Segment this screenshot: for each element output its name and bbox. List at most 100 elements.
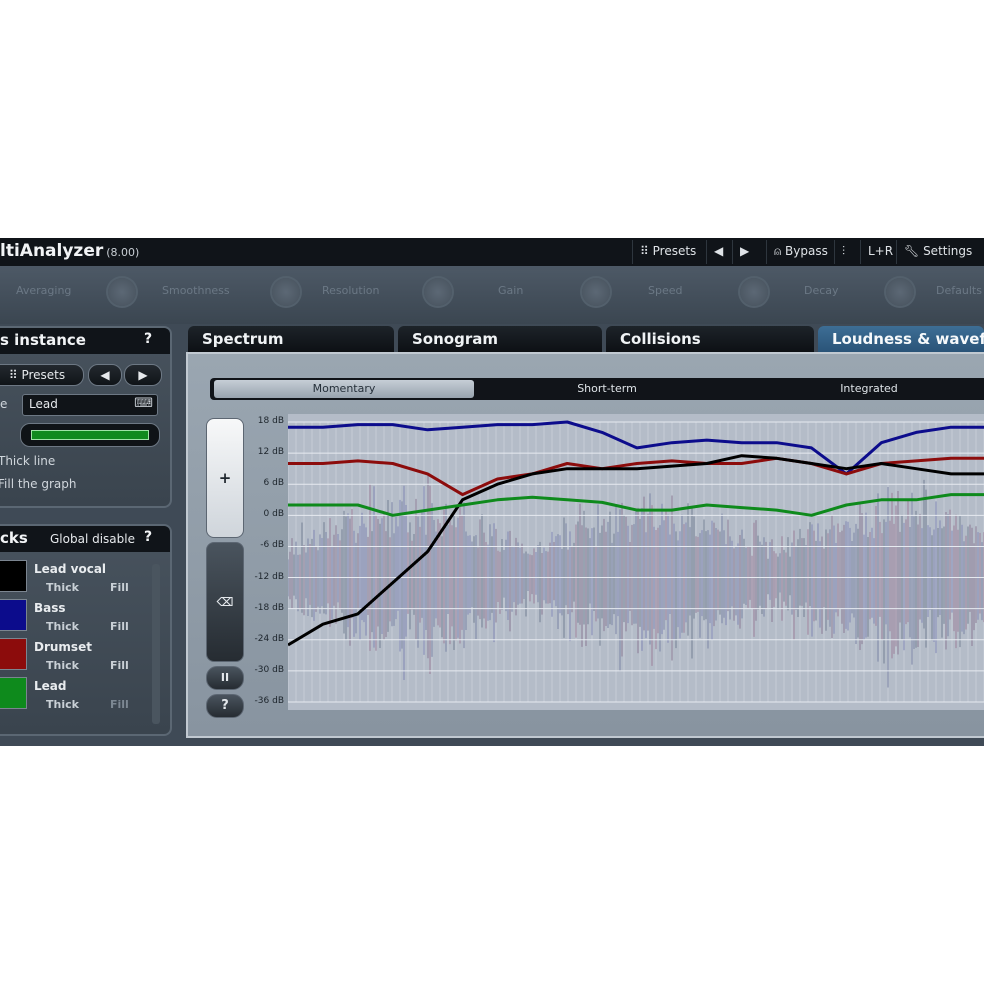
title-separator	[896, 240, 897, 264]
presets-label: Presets	[652, 244, 697, 258]
track-color-swatch[interactable]	[0, 677, 27, 709]
thick-line-checkbox[interactable]: Thick line	[0, 454, 55, 468]
analyzer-area: Spectrum Sonogram Collisions Loudness & …	[186, 324, 984, 744]
grid-icon: ⠿	[8, 368, 18, 382]
instance-panel: s instance ? ⠿ Presets ◀ ▶ e Lead ⌨ Thic…	[0, 326, 172, 508]
param-resolution[interactable]: Resolution	[322, 284, 379, 297]
instance-panel-title: s instance	[0, 331, 86, 349]
y-tick-label: -30 dB	[254, 664, 284, 675]
wrench-icon: 🔧︎	[904, 244, 920, 258]
tracks-panel-title: cks	[0, 529, 28, 547]
color-bar	[31, 430, 149, 440]
y-tick-label: 12 dB	[257, 447, 284, 458]
pause-icon: II	[220, 671, 230, 684]
title-separator	[632, 240, 633, 264]
track-thick-toggle[interactable]: Thick	[46, 698, 79, 711]
app-version: (8.00)	[106, 246, 140, 259]
track-thick-toggle[interactable]: Thick	[46, 620, 79, 633]
title-separator	[860, 240, 861, 264]
mixer-button[interactable]: ⫶	[842, 244, 845, 259]
name-input-value: Lead	[29, 397, 58, 411]
instance-next-preset-button[interactable]: ▶	[124, 364, 162, 386]
y-tick-label: 0 dB	[263, 509, 284, 520]
bypass-label: Bypass	[785, 244, 828, 258]
track-color-swatch[interactable]	[0, 599, 27, 631]
param-smoothness[interactable]: Smoothness	[162, 284, 230, 297]
title-separator	[732, 240, 733, 264]
track-fill-toggle[interactable]: Fill	[110, 659, 129, 672]
channel-label: L+R	[868, 244, 894, 258]
next-preset-button[interactable]: ▶	[740, 244, 749, 258]
track-name: Lead	[34, 679, 67, 693]
clear-button[interactable]: ⌫	[206, 542, 244, 662]
track-name: Drumset	[34, 640, 92, 654]
y-tick-label: -24 dB	[254, 633, 284, 644]
instance-presets-label: Presets	[21, 368, 66, 382]
color-picker[interactable]	[20, 423, 160, 447]
y-tick-label: -6 dB	[260, 540, 284, 551]
knob[interactable]	[740, 278, 768, 306]
settings-button[interactable]: 🔧︎ Settings	[904, 244, 972, 258]
track-fill-toggle[interactable]: Fill	[110, 620, 129, 633]
fill-graph-checkbox[interactable]: Fill the graph	[0, 477, 76, 491]
app-title: ltiAnalyzer (8.00)	[0, 241, 139, 261]
y-tick-label: 18 dB	[257, 416, 284, 426]
y-tick-label: -12 dB	[254, 571, 284, 582]
keyboard-icon[interactable]: ⌨	[134, 396, 153, 411]
title-separator	[834, 240, 835, 264]
track-fill-toggle[interactable]: Fill	[110, 581, 129, 594]
name-field-label: e	[0, 397, 8, 411]
graph-help-button[interactable]: ?	[206, 694, 244, 718]
knob[interactable]	[272, 278, 300, 306]
y-tick-label: 6 dB	[263, 478, 284, 489]
tab-spectrum[interactable]: Spectrum	[188, 326, 394, 352]
track-thick-toggle[interactable]: Thick	[46, 581, 79, 594]
param-gain[interactable]: Gain	[498, 284, 523, 297]
instance-help-button[interactable]: ?	[144, 331, 152, 347]
track-list-scrollbar[interactable]	[152, 564, 160, 724]
previous-preset-button[interactable]: ◀	[714, 244, 723, 258]
app-name: ltiAnalyzer	[0, 241, 104, 261]
name-input[interactable]: Lead ⌨	[22, 394, 158, 416]
param-decay[interactable]: Decay	[804, 284, 839, 297]
tab-collisions[interactable]: Collisions	[606, 326, 814, 352]
knob[interactable]	[424, 278, 452, 306]
param-speed[interactable]: Speed	[648, 284, 682, 297]
tracks-panel-header: cks Global disable ?	[0, 526, 170, 552]
zoom-in-button[interactable]: +	[206, 418, 244, 538]
channel-button[interactable]: L+R	[868, 244, 893, 258]
settings-label: Settings	[923, 244, 973, 258]
param-averaging[interactable]: Averaging	[16, 284, 71, 297]
track-fill-toggle[interactable]: Fill	[110, 698, 129, 711]
help-icon: ?	[221, 698, 229, 713]
title-bar: ltiAnalyzer (8.00) ⠿ Presets ◀ ▶ ⍝ Bypass…	[0, 238, 984, 266]
knob[interactable]	[108, 278, 136, 306]
parameter-strip: Averaging Smoothness Resolution Gain Spe…	[0, 266, 984, 324]
knob[interactable]	[582, 278, 610, 306]
y-tick-label: -18 dB	[254, 602, 284, 613]
pause-button[interactable]: II	[206, 666, 244, 690]
instance-previous-preset-button[interactable]: ◀	[88, 364, 122, 386]
track-thick-toggle[interactable]: Thick	[46, 659, 79, 672]
track-color-swatch[interactable]	[0, 638, 27, 670]
knob[interactable]	[886, 278, 914, 306]
y-tick-label: -36 dB	[254, 696, 284, 706]
triangle-left-icon: ◀	[100, 368, 110, 382]
mode-integrated[interactable]: Integrated	[738, 378, 984, 400]
plugin-window: ltiAnalyzer (8.00) ⠿ Presets ◀ ▶ ⍝ Bypass…	[0, 238, 984, 746]
mode-momentary[interactable]: Momentary	[214, 380, 474, 398]
presets-menu[interactable]: ⠿ Presets	[640, 244, 696, 258]
triangle-left-icon: ◀	[714, 244, 724, 258]
tracks-panel: cks Global disable ? Lead vocal Thick Fi…	[0, 524, 172, 736]
trash-icon: ⌫	[216, 595, 234, 609]
mode-short-term[interactable]: Short-term	[476, 378, 738, 400]
tracks-help-button[interactable]: ?	[144, 529, 152, 545]
global-disable-button[interactable]: Global disable	[50, 532, 135, 546]
track-name: Lead vocal	[34, 562, 107, 576]
tab-sonogram[interactable]: Sonogram	[398, 326, 602, 352]
bypass-button[interactable]: ⍝ Bypass	[774, 244, 828, 259]
tab-loudness-waveform[interactable]: Loudness & wavefo	[818, 326, 984, 352]
param-defaults[interactable]: Defaults	[936, 284, 982, 297]
instance-presets-button[interactable]: ⠿ Presets	[0, 364, 84, 386]
track-color-swatch[interactable]	[0, 560, 27, 592]
